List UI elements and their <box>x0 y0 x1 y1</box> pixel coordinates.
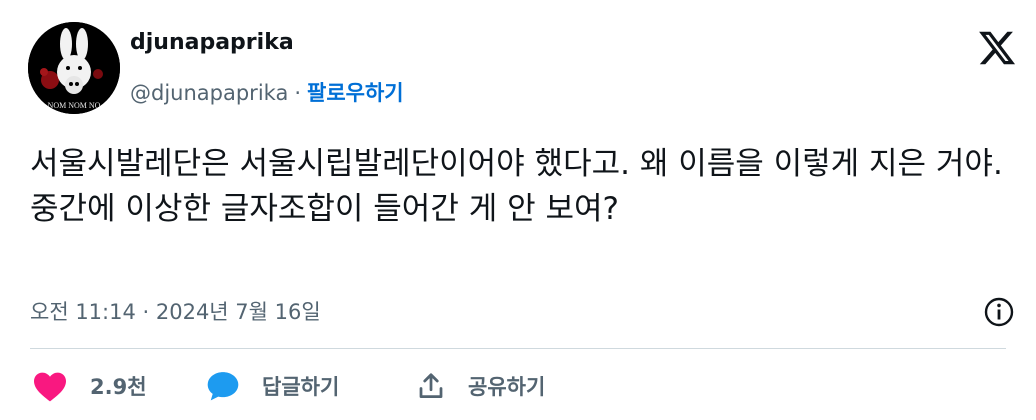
share-label: 공유하기 <box>468 375 546 399</box>
tweet-text: 서울시발레단은 서울시립발레단이어야 했다고. 왜 이름을 이렇게 지은 거야.… <box>30 146 1003 227</box>
info-icon[interactable] <box>983 296 1015 328</box>
avatar[interactable]: NOM NOM NO <box>28 22 120 114</box>
avatar-caption: NOM NOM NO <box>48 101 101 110</box>
heart-icon <box>34 372 66 402</box>
divider <box>30 348 1006 349</box>
display-name[interactable]: djunapaprika <box>130 30 294 55</box>
user-handle[interactable]: @djunapaprika <box>130 81 288 105</box>
like-count: 2.9천 <box>90 375 147 399</box>
x-logo-icon[interactable] <box>976 28 1018 68</box>
tweet-card: NOM NOM NO djunapaprika @djunapaprika · 팔로… <box>0 0 1036 420</box>
speech-bubble-icon <box>207 372 239 401</box>
handle-separator: · <box>294 81 301 105</box>
follow-button[interactable]: 팔로우하기 <box>307 81 404 105</box>
reply-label: 답글하기 <box>262 375 340 399</box>
rabbit-skull-avatar-image: NOM NOM NO <box>28 22 120 114</box>
handle-row: @djunapaprika · 팔로우하기 <box>130 77 404 107</box>
share-button[interactable]: 공유하기 <box>416 366 545 406</box>
share-icon <box>419 373 443 398</box>
like-button[interactable]: 2.9천 <box>32 366 147 406</box>
reply-button[interactable]: 답글하기 <box>206 366 339 406</box>
tweet-timestamp[interactable]: 오전 11:14 · 2024년 7월 16일 <box>30 296 321 326</box>
